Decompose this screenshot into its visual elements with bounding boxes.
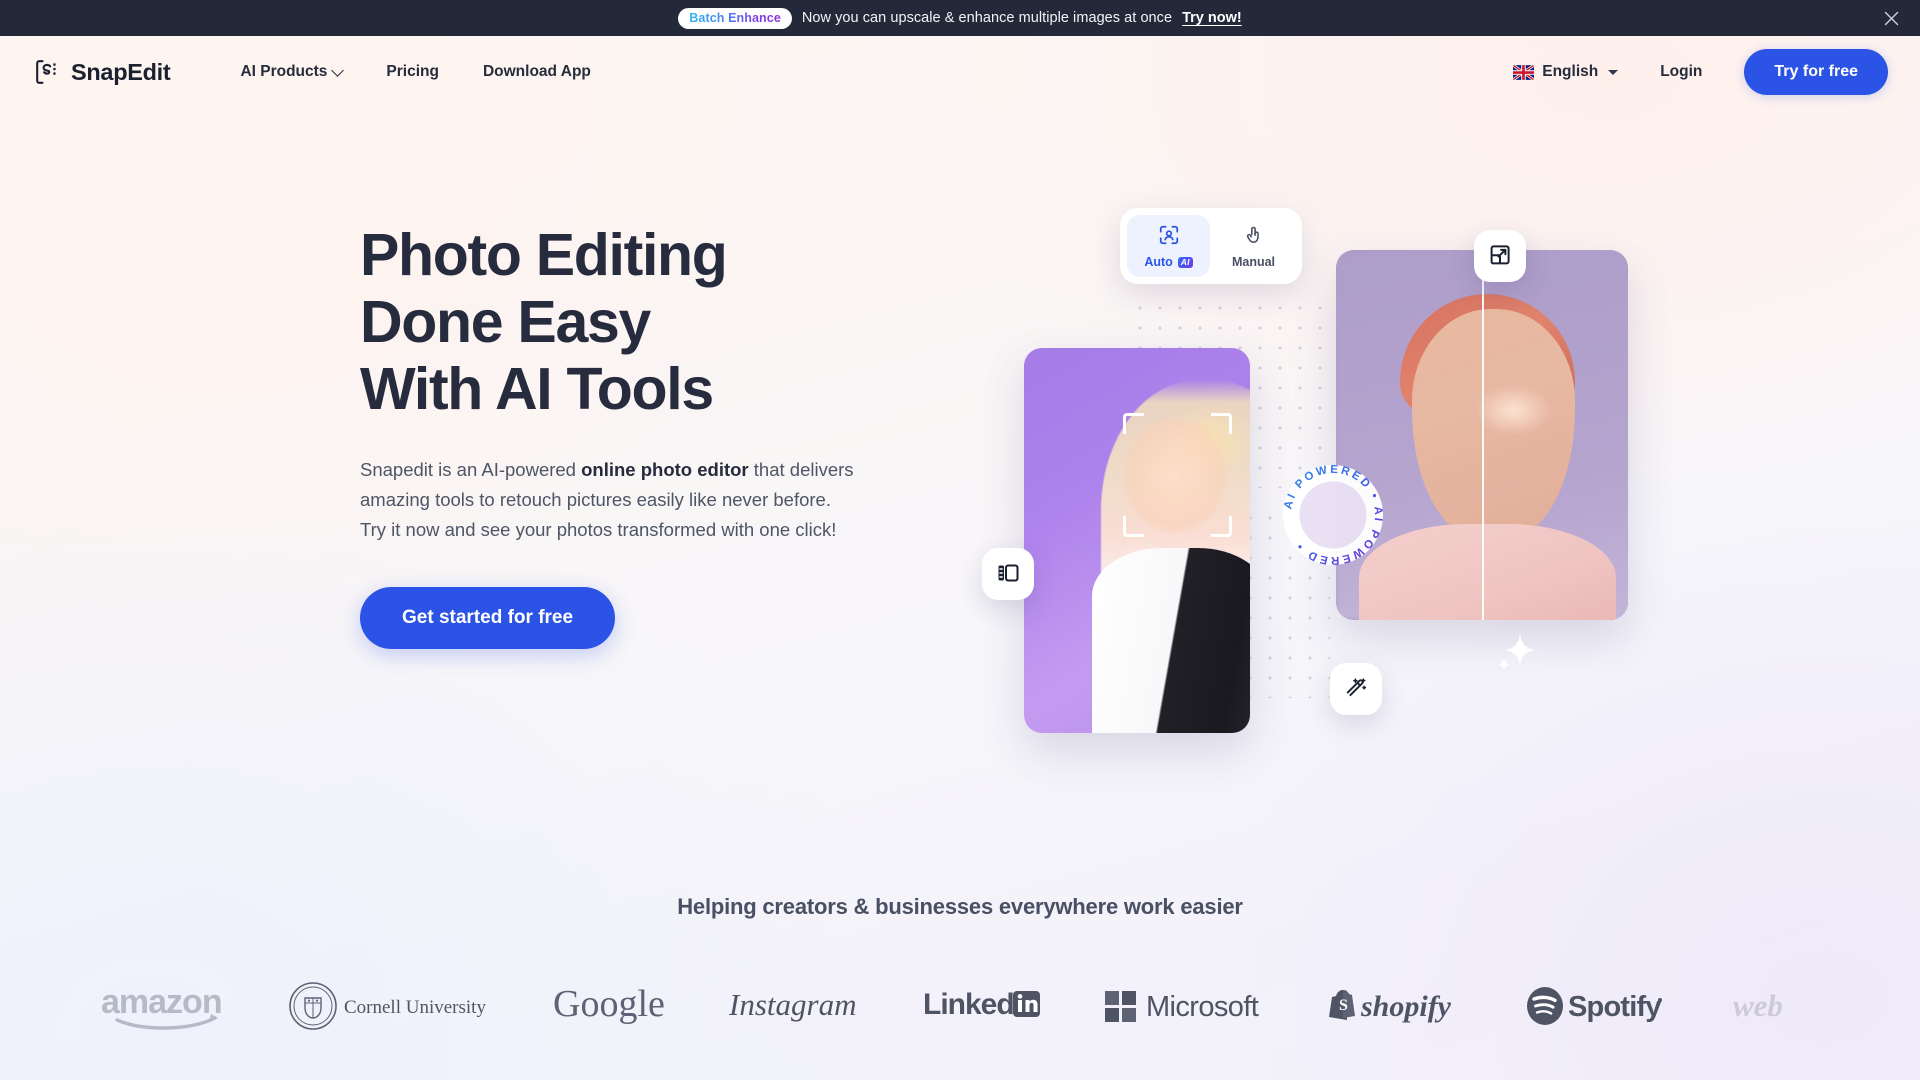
brand-logos-row: amazon Cornell University bbox=[0, 968, 1920, 1044]
snapedit-mark-icon bbox=[34, 58, 62, 86]
svg-text:web: web bbox=[1733, 988, 1783, 1023]
ai-chip-badge: AI bbox=[1178, 257, 1193, 268]
announcement-banner: Batch Enhance Now you can upscale & enha… bbox=[0, 0, 1920, 36]
svg-text:Instagram: Instagram bbox=[728, 987, 856, 1022]
svg-text:amazon: amazon bbox=[101, 983, 222, 1021]
nav-item-ai-products[interactable]: AI Products bbox=[218, 54, 364, 90]
svg-text:shopify: shopify bbox=[1360, 990, 1452, 1023]
face-scan-icon bbox=[1158, 224, 1180, 249]
svg-text:S: S bbox=[1339, 997, 1348, 1014]
announcement-try-now-link[interactable]: Try now! bbox=[1182, 10, 1242, 26]
social-proof-title: Helping creators & businesses everywhere… bbox=[0, 894, 1920, 920]
page-title: Photo Editing Done Easy With AI Tools bbox=[360, 222, 760, 423]
hero-heading-line-3: With AI Tools bbox=[360, 356, 760, 423]
hero-section: Photo Editing Done Easy With AI Tools Sn… bbox=[0, 108, 1920, 808]
announcement-badge-label: Batch Enhance bbox=[689, 11, 781, 25]
language-label: English bbox=[1542, 63, 1598, 81]
announcement-badge: Batch Enhance bbox=[678, 8, 792, 29]
panel-layout-icon-button[interactable] bbox=[982, 548, 1034, 600]
nav-item-download-app[interactable]: Download App bbox=[461, 54, 613, 90]
instagram-logo: Instagram bbox=[727, 978, 865, 1034]
svg-text:Microsoft: Microsoft bbox=[1146, 991, 1259, 1023]
hero-copy: Photo Editing Done Easy With AI Tools Sn… bbox=[0, 152, 760, 808]
hero-description: Snapedit is an AI-powered online photo e… bbox=[360, 455, 860, 545]
main-navbar: SnapEdit AI Products Pricing Download Ap… bbox=[0, 36, 1920, 108]
magic-wand-icon bbox=[1343, 675, 1369, 704]
mode-option-auto[interactable]: Auto AI bbox=[1127, 215, 1210, 277]
mode-toggle: Auto AI Manual bbox=[1120, 208, 1302, 284]
try-for-free-button[interactable]: Try for free bbox=[1744, 49, 1888, 95]
hero-photo-card-face-detect bbox=[1024, 348, 1250, 733]
chevron-down-icon bbox=[332, 64, 345, 77]
model-collar bbox=[1359, 524, 1616, 620]
before-after-divider[interactable] bbox=[1482, 250, 1484, 620]
sparkle-decoration-icon bbox=[1492, 628, 1548, 681]
google-logo: Google bbox=[551, 978, 671, 1034]
login-button[interactable]: Login bbox=[1636, 54, 1726, 90]
nav-item-pricing-label: Pricing bbox=[386, 63, 439, 81]
model-head bbox=[1412, 309, 1576, 538]
cornell-logo: Cornell University bbox=[287, 978, 495, 1034]
face-detection-brackets bbox=[1123, 413, 1231, 536]
svg-text:Linked: Linked bbox=[923, 988, 1014, 1021]
nav-right-group: English Login Try for free bbox=[1499, 49, 1888, 95]
ai-powered-badge: AI POWERED • AI POWERED • bbox=[1274, 456, 1392, 574]
svg-text:Spotify: Spotify bbox=[1568, 991, 1661, 1023]
uk-flag-icon bbox=[1513, 65, 1534, 80]
svg-text:Cornell University: Cornell University bbox=[344, 997, 486, 1018]
shopify-logo: S shopify bbox=[1327, 978, 1469, 1034]
page-body: SnapEdit AI Products Pricing Download Ap… bbox=[0, 36, 1920, 1080]
hero-heading-line-1: Photo Editing bbox=[360, 222, 760, 289]
get-started-button[interactable]: Get started for free bbox=[360, 587, 615, 649]
hero-description-emphasis: online photo editor bbox=[581, 459, 749, 480]
nav-item-download-app-label: Download App bbox=[483, 63, 591, 81]
close-icon[interactable] bbox=[1880, 7, 1902, 29]
language-selector[interactable]: English bbox=[1499, 54, 1632, 90]
nav-item-ai-products-label: AI Products bbox=[240, 63, 327, 81]
mode-option-auto-label: Auto AI bbox=[1144, 255, 1192, 269]
hero-heading-line-2: Done Easy bbox=[360, 289, 760, 356]
svg-text:Google: Google bbox=[553, 983, 665, 1025]
amazon-logo: amazon bbox=[99, 978, 231, 1034]
hero-visual: AI POWERED • AI POWERED • Auto bbox=[980, 208, 1680, 788]
microsoft-logo: Microsoft bbox=[1103, 978, 1271, 1034]
expand-upscale-icon bbox=[1487, 242, 1513, 271]
model-torso bbox=[1092, 548, 1250, 733]
spotify-logo: Spotify bbox=[1525, 978, 1675, 1034]
hero-description-part-1: Snapedit is an AI-powered bbox=[360, 459, 581, 480]
brand-name: SnapEdit bbox=[71, 59, 170, 86]
panel-layout-icon bbox=[995, 560, 1021, 589]
linkedin-logo: Linked bbox=[921, 978, 1047, 1034]
mode-option-manual-label: Manual bbox=[1232, 255, 1275, 269]
nav-links: AI Products Pricing Download App bbox=[218, 54, 612, 90]
announcement-message: Now you can upscale & enhance multiple i… bbox=[802, 10, 1172, 26]
hand-tap-icon bbox=[1243, 224, 1265, 249]
mode-option-manual[interactable]: Manual bbox=[1212, 215, 1295, 277]
nav-item-pricing[interactable]: Pricing bbox=[364, 54, 461, 90]
expand-upscale-icon-button[interactable] bbox=[1474, 230, 1526, 282]
chevron-down-icon bbox=[1608, 70, 1618, 75]
brand-logo[interactable]: SnapEdit bbox=[34, 58, 170, 86]
social-proof-section: Helping creators & businesses everywhere… bbox=[0, 894, 1920, 1080]
magic-wand-icon-button[interactable] bbox=[1330, 663, 1382, 715]
webflow-logo: web bbox=[1731, 978, 1827, 1034]
auto-text: Auto bbox=[1144, 255, 1172, 269]
